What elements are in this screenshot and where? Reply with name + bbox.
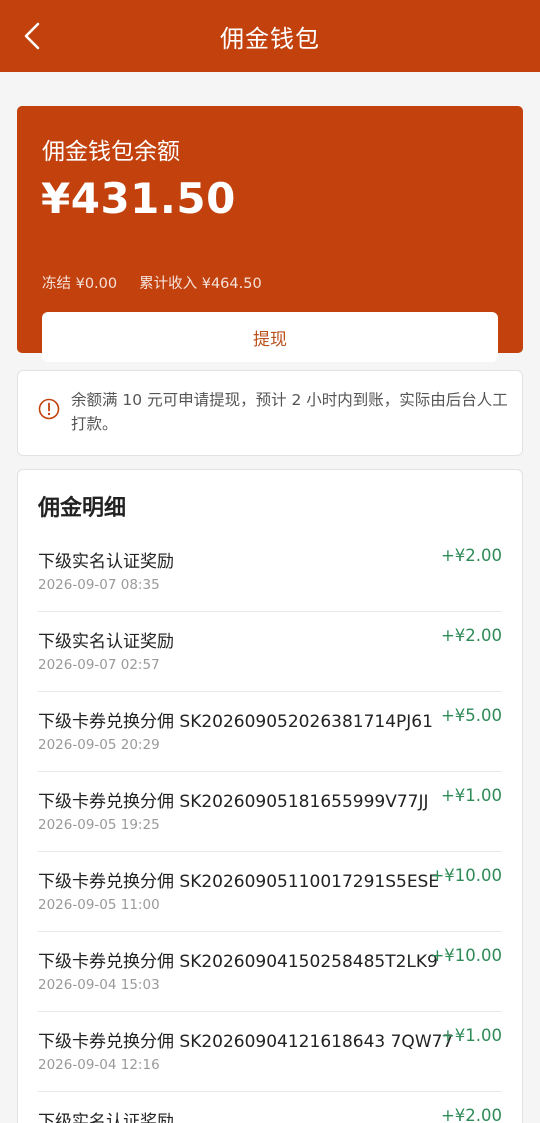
item-time: 2026-09-04 12:16 (38, 1057, 160, 1073)
list-item[interactable]: 下级实名认证奖励 2026-09-07 02:57 +¥2.00 (38, 612, 502, 692)
item-title: 下级卡券兑换分佣 SK20260904121618643 7QW77 (38, 1032, 454, 1052)
item-amount: +¥1.00 (440, 1026, 502, 1045)
list-item[interactable]: 下级卡券兑换分佣 SK20260904150258485T2LK9 2026-0… (38, 932, 502, 1012)
chevron-left-icon (24, 22, 40, 50)
list-item[interactable]: 下级卡券兑换分佣 SK202609052026381714PJ61 2026-0… (38, 692, 502, 772)
withdraw-notice: 余额满 10 元可申请提现，预计 2 小时内到账，实际由后台人工打款。 (17, 370, 523, 456)
item-time: 2026-09-07 08:35 (38, 577, 160, 593)
notice-text: 余额满 10 元可申请提现，预计 2 小时内到账，实际由后台人工打款。 (71, 391, 508, 433)
item-amount: +¥1.00 (440, 786, 502, 805)
withdraw-button[interactable]: 提现 (42, 312, 498, 362)
item-amount: +¥10.00 (430, 946, 502, 965)
item-time: 2026-09-05 20:29 (38, 737, 160, 753)
balance-summary: 冻结 ¥0.00 累计收入 ¥464.50 (42, 272, 262, 293)
item-title: 下级卡券兑换分佣 SK20260905110017291S5ESE (38, 872, 440, 892)
item-title: 下级实名认证奖励 (38, 1112, 174, 1123)
total-income: 累计收入 ¥464.50 (139, 276, 262, 292)
balance-label: 佣金钱包余额 (42, 139, 180, 165)
item-title: 下级卡券兑换分佣 SK20260905181655999V77JJ (38, 792, 429, 812)
frozen-amount: 冻结 ¥0.00 (42, 276, 118, 292)
list-item[interactable]: 下级卡券兑换分佣 SK20260905181655999V77JJ 2026-0… (38, 772, 502, 852)
item-amount: +¥2.00 (440, 546, 502, 565)
top-nav-bar: 佣金钱包 (0, 0, 540, 72)
info-icon (38, 398, 60, 420)
balance-amount: ¥431.50 (41, 174, 236, 223)
balance-card: 佣金钱包余额 ¥431.50 冻结 ¥0.00 累计收入 ¥464.50 提现 (17, 106, 523, 362)
item-amount: +¥2.00 (440, 1106, 502, 1123)
list-item[interactable]: 下级实名认证奖励 +¥2.00 (38, 1092, 502, 1123)
item-time: 2026-09-07 02:57 (38, 657, 160, 673)
list-item[interactable]: 下级卡券兑换分佣 SK20260904121618643 7QW77 2026-… (38, 1012, 502, 1092)
commission-list: 下级实名认证奖励 2026-09-07 08:35 +¥2.00 下级实名认证奖… (38, 532, 502, 1123)
back-button[interactable] (14, 18, 50, 54)
item-title: 下级卡券兑换分佣 SK20260904150258485T2LK9 (38, 952, 438, 972)
page-title: 佣金钱包 (220, 24, 320, 53)
item-title: 下级卡券兑换分佣 SK202609052026381714PJ61 (38, 712, 433, 732)
item-title: 下级实名认证奖励 (38, 552, 174, 572)
item-amount: +¥10.00 (430, 866, 502, 885)
item-time: 2026-09-05 19:25 (38, 817, 160, 833)
commission-detail-card: 佣金明细 下级实名认证奖励 2026-09-07 08:35 +¥2.00 下级… (17, 469, 523, 1123)
item-amount: +¥5.00 (440, 706, 502, 725)
item-amount: +¥2.00 (440, 626, 502, 645)
item-time: 2026-09-05 11:00 (38, 897, 160, 913)
item-time: 2026-09-04 15:03 (38, 977, 160, 993)
detail-title: 佣金明细 (38, 496, 127, 521)
list-item[interactable]: 下级卡券兑换分佣 SK20260905110017291S5ESE 2026-0… (38, 852, 502, 932)
list-item[interactable]: 下级实名认证奖励 2026-09-07 08:35 +¥2.00 (38, 532, 502, 612)
page-content[interactable]: 佣金钱包余额 ¥431.50 冻结 ¥0.00 累计收入 ¥464.50 提现 … (0, 72, 540, 1123)
item-title: 下级实名认证奖励 (38, 632, 174, 652)
